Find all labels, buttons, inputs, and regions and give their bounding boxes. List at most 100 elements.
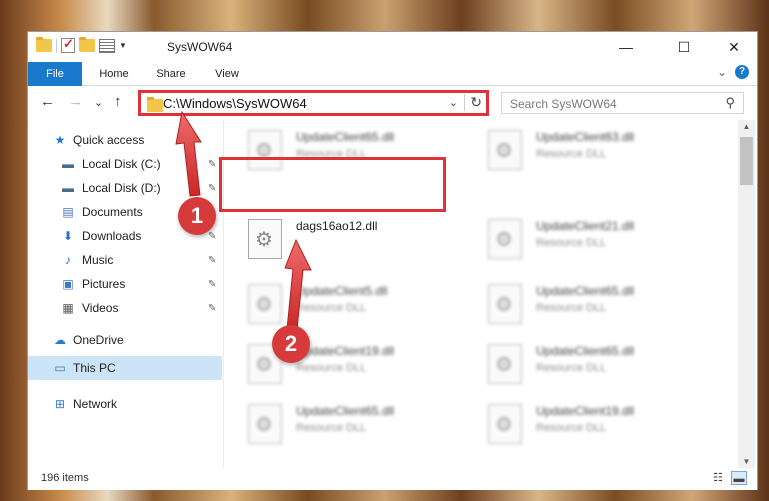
file-item[interactable]: ⚙ UpdateClient21.dll Resource DLL (464, 217, 694, 269)
nav-item-label: Quick access (73, 133, 145, 147)
step-2-badge: 2 (272, 325, 310, 363)
nav-item-network[interactable]: ⊞ Network (28, 392, 222, 416)
file-item[interactable]: ⚙ UpdateClient5.dll Resource DLL (224, 282, 454, 334)
tab-view[interactable]: View (201, 62, 253, 86)
dll-file-icon: ⚙ (488, 344, 522, 384)
back-button[interactable]: ← (40, 93, 55, 110)
file-item[interactable]: ⚙ UpdateClient65.dll Resource DLL (464, 282, 694, 334)
gear-icon: ⚙ (255, 294, 273, 316)
address-bar[interactable]: C:\Windows\SysWOW64 ⌄ ↻ (138, 90, 489, 116)
gear-icon: ⚙ (255, 229, 273, 251)
drive-icon: ▬ (62, 181, 74, 195)
expand-ribbon-icon[interactable]: ⌄ (717, 65, 727, 79)
file-item[interactable]: ⚙ UpdateClient65.dll Resource DLL (224, 402, 454, 454)
folder-icon (36, 37, 52, 52)
file-item[interactable]: ⚙ UpdateClient65.dll Resource DLL (464, 342, 694, 394)
star-icon: ★ (54, 133, 66, 147)
nav-item-this-pc[interactable]: ▭ This PC (28, 356, 222, 380)
pin-icon[interactable]: ✎ (208, 303, 216, 314)
window-title: SysWOW64 (167, 40, 233, 54)
maximize-button[interactable]: ☐ (661, 32, 707, 62)
file-type: Resource DLL (536, 422, 607, 434)
minimize-button[interactable]: — (603, 32, 649, 62)
file-name: UpdateClient65.dll (296, 404, 395, 418)
title-bar: ▼ SysWOW64 — ☐ ✕ (28, 32, 757, 62)
dll-file-icon: ⚙ (488, 404, 522, 444)
drive-icon: ▬ (62, 157, 74, 171)
address-dropdown-icon[interactable]: ⌄ (449, 96, 458, 109)
downloads-icon: ⬇ (62, 229, 74, 243)
nav-item-onedrive[interactable]: ☁ OneDrive (28, 328, 222, 352)
dll-file-icon: ⚙ (488, 219, 522, 259)
forward-button[interactable]: → (68, 93, 83, 110)
file-type: Resource DLL (536, 237, 607, 249)
close-button[interactable]: ✕ (711, 32, 757, 62)
item-count: 196 items (41, 472, 89, 484)
toolbar-dropdown-icon[interactable]: ▼ (119, 41, 127, 50)
toolbar-separator (56, 38, 57, 53)
ribbon-right-controls: ⌄ ? (717, 65, 749, 79)
dll-file-icon: ⚙ (248, 404, 282, 444)
scroll-down-icon[interactable]: ▼ (738, 457, 755, 466)
pin-icon[interactable]: ✎ (208, 183, 216, 194)
scroll-up-icon[interactable]: ▲ (738, 122, 755, 131)
scroll-thumb[interactable] (740, 137, 753, 185)
tab-share[interactable]: Share (145, 62, 197, 86)
search-box[interactable]: Search SysWOW64 ⚲ (501, 92, 744, 114)
gear-icon: ⚙ (495, 294, 513, 316)
file-name: UpdateClient5.dll (296, 284, 388, 298)
dll-file-icon: ⚙ (488, 130, 522, 170)
help-icon[interactable]: ? (735, 65, 749, 79)
music-icon: ♪ (65, 253, 71, 267)
nav-item-pictures[interactable]: ▣ Pictures ✎ (28, 272, 222, 296)
vertical-scrollbar[interactable]: ▲ ▼ (738, 120, 755, 468)
file-name: UpdateClient65.dll (536, 284, 635, 298)
nav-item-label: Videos (82, 301, 119, 315)
file-item-dags16ao12[interactable]: ⚙ dags16ao12.dll (224, 217, 454, 269)
file-type: Resource DLL (536, 362, 607, 374)
pin-icon[interactable]: ✎ (208, 231, 216, 242)
new-folder-icon[interactable] (79, 37, 95, 52)
details-view-button[interactable]: ☷ (710, 471, 726, 485)
pin-icon[interactable]: ✎ (208, 255, 216, 266)
up-button[interactable]: ↑ (114, 93, 122, 110)
nav-item-quick-access[interactable]: ★ Quick access (28, 128, 222, 152)
cloud-icon: ☁ (54, 333, 66, 347)
status-bar: 196 items ☷ ▬ (28, 468, 757, 490)
navigation-row: ← → ⌄ ↑ C:\Windows\SysWOW64 ⌄ ↻ Search S… (28, 87, 757, 119)
file-item[interactable]: ⚙ UpdateClient63.dll Resource DLL (464, 128, 694, 180)
properties-check-icon[interactable] (61, 36, 75, 53)
file-type: Resource DLL (536, 148, 607, 160)
nav-item-label: OneDrive (73, 333, 124, 347)
customize-toolbar-icon[interactable] (99, 38, 115, 53)
search-input[interactable]: Search SysWOW64 (510, 97, 617, 111)
file-name: UpdateClient19.dll (536, 404, 635, 418)
file-name: dags16ao12.dll (296, 219, 378, 233)
file-name: UpdateClient21.dll (536, 219, 635, 233)
tab-file[interactable]: File (28, 62, 82, 86)
nav-item-label: This PC (73, 361, 116, 375)
file-item[interactable]: ⚙ UpdateClient19.dll Resource DLL (464, 402, 694, 454)
pin-icon[interactable]: ✎ (208, 159, 216, 170)
file-type: Resource DLL (296, 362, 367, 374)
nav-item-music[interactable]: ♪ Music ✎ (28, 248, 222, 272)
gear-icon: ⚙ (495, 354, 513, 376)
nav-item-label: Local Disk (D:) (82, 181, 161, 195)
nav-item-videos[interactable]: ▦ Videos ✎ (28, 296, 222, 320)
gear-icon: ⚙ (255, 414, 273, 436)
refresh-icon[interactable]: ↻ (464, 94, 482, 111)
file-item[interactable]: ⚙ UpdateClient19.dll Resource DLL (224, 342, 454, 394)
nav-item-label: Local Disk (C:) (82, 157, 161, 171)
ribbon-tabs: File Home Share View ⌄ ? (28, 62, 757, 86)
file-explorer-window: ▼ SysWOW64 — ☐ ✕ File Home Share View ⌄ … (27, 31, 758, 490)
nav-item-label: Music (82, 253, 114, 267)
tab-home[interactable]: Home (88, 62, 140, 86)
address-path[interactable]: C:\Windows\SysWOW64 (163, 96, 307, 111)
pin-icon[interactable]: ✎ (208, 279, 216, 290)
nav-item-local-disk-c[interactable]: ▬ Local Disk (C:) ✎ (28, 152, 222, 176)
recent-locations-button[interactable]: ⌄ (94, 96, 103, 109)
gear-icon: ⚙ (495, 229, 513, 251)
search-icon[interactable]: ⚲ (725, 95, 735, 111)
tiles-view-button[interactable]: ▬ (731, 471, 747, 485)
step-1-badge: 1 (178, 197, 216, 235)
